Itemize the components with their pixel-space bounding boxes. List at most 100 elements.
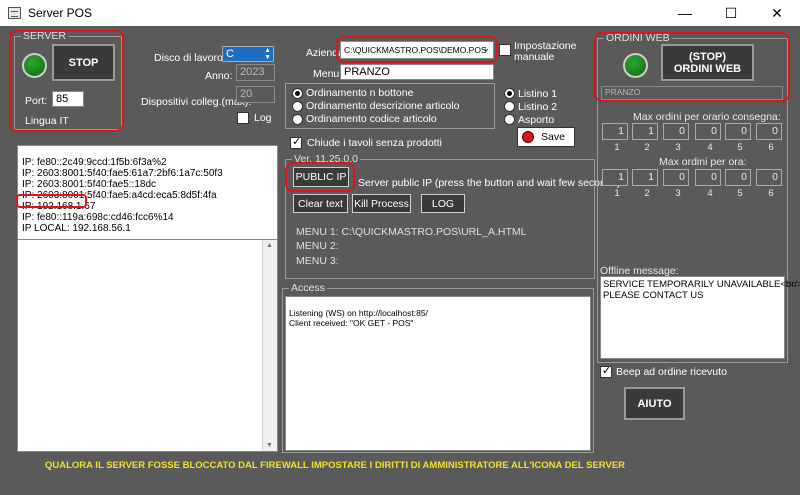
web-menu-input[interactable]: PRANZO xyxy=(601,86,783,100)
max-delivery-label: Max ordini per orario consegna: xyxy=(633,111,781,123)
log-checkbox-label: Log xyxy=(254,112,272,124)
save-button-label: Save xyxy=(541,131,565,143)
menu-2-line: MENU 2: xyxy=(296,240,339,252)
save-icon xyxy=(522,131,534,143)
max-delivery-3[interactable]: 0 xyxy=(663,123,689,140)
log-list: ▲ ▼ xyxy=(17,239,278,452)
slot-number: 2 xyxy=(644,142,650,153)
listino-2-radio[interactable] xyxy=(504,101,515,112)
offline-line: SERVICE TEMPORARILY UNAVAILABLE<br/> xyxy=(603,279,800,290)
slot-number: 4 xyxy=(707,188,713,199)
log-scrollbar[interactable]: ▲ ▼ xyxy=(262,240,277,451)
ip-list: IP: fe80::2c49:9ccd:1f5b:6f3a%2 IP: 2603… xyxy=(17,145,278,241)
close-button[interactable]: ✕ xyxy=(754,0,800,26)
slot-number: 5 xyxy=(737,142,743,153)
ip-line: IP: 2603:8001:5f40:fae5::18dc xyxy=(22,179,156,190)
save-button[interactable]: Save xyxy=(517,127,575,147)
log-button[interactable]: LOG xyxy=(421,194,465,213)
max-hour-3[interactable]: 0 xyxy=(663,169,689,186)
language-label: Lingua IT xyxy=(25,115,69,127)
max-delivery-4[interactable]: 0 xyxy=(695,123,721,140)
stop-web-orders-button[interactable]: (STOP) ORDINI WEB xyxy=(661,44,754,81)
max-delivery-2[interactable]: 1 xyxy=(632,123,658,140)
server-status-led xyxy=(22,53,47,78)
max-delivery-5[interactable]: 0 xyxy=(725,123,751,140)
main-window: SERVER STOP Port: 85 Lingua IT Disco di … xyxy=(0,26,800,495)
slot-number: 3 xyxy=(675,142,681,153)
max-hour-4[interactable]: 0 xyxy=(695,169,721,186)
menu-label: Menu xyxy=(313,68,340,80)
local-ip-highlight xyxy=(16,194,87,208)
listino-2-label: Listino 2 xyxy=(518,101,558,113)
ip-line: IP LOCAL: 192.168.56.1 xyxy=(22,223,131,234)
slot-number: 6 xyxy=(768,188,774,199)
dispositivi-label: Dispositivi colleg.(max): xyxy=(141,96,252,108)
order-by-code-radio[interactable] xyxy=(292,114,303,125)
ip-line: IP: fe80::2c49:9ccd:1f5b:6f3a%2 xyxy=(22,157,167,168)
port-input[interactable]: 85 xyxy=(52,91,84,107)
manual-setting-label: Impostazione manuale xyxy=(514,40,577,63)
access-line: Client received: "OK GET - POS" xyxy=(289,318,414,328)
manual-setting-checkbox[interactable] xyxy=(499,44,511,56)
anno-input[interactable]: 2023 xyxy=(236,64,275,81)
listino-1-radio[interactable] xyxy=(504,88,515,99)
order-by-description-radio[interactable] xyxy=(292,101,303,112)
access-group-title: Access xyxy=(289,282,327,294)
ip-line: IP: fe80::119a:698c:cd46:fcc6%14 xyxy=(22,212,174,223)
listino-1-label: Listino 1 xyxy=(518,88,558,100)
access-log: Listening (WS) on http://localhost:85/ C… xyxy=(285,296,591,451)
window-title: Server POS xyxy=(28,6,93,20)
scroll-down-icon[interactable]: ▼ xyxy=(266,442,273,449)
slot-number: 6 xyxy=(768,142,774,153)
max-hour-5[interactable]: 0 xyxy=(725,169,751,186)
menu-1-line: MENU 1: C:\QUICKMASTRO.POS\URL_A.HTML xyxy=(296,226,527,238)
max-hour-label: Max ordini per ora: xyxy=(659,156,747,168)
slot-number: 3 xyxy=(675,188,681,199)
disco-label: Disco di lavoro: xyxy=(154,52,226,64)
anno-label: Anno: xyxy=(205,70,233,82)
log-checkbox[interactable] xyxy=(237,112,249,124)
offline-line: PLEASE CONTACT US xyxy=(603,290,704,301)
help-button[interactable]: AIUTO xyxy=(624,387,685,420)
asporto-label: Asporto xyxy=(518,114,555,126)
beep-checkbox[interactable] xyxy=(600,364,612,378)
dispositivi-input[interactable]: 20 xyxy=(236,86,275,103)
minimize-button[interactable]: — xyxy=(662,0,708,26)
max-delivery-6[interactable]: 0 xyxy=(756,123,782,140)
scroll-up-icon[interactable]: ▲ xyxy=(266,242,273,249)
close-tables-label: Chiude i tavoli senza prodotti xyxy=(307,137,442,149)
public-ip-highlight xyxy=(285,162,355,192)
max-hour-1[interactable]: 1 xyxy=(602,169,628,186)
order-by-description-label: Ordinamento descrizione articolo xyxy=(306,100,460,112)
max-delivery-1[interactable]: 1 xyxy=(602,123,628,140)
disco-select[interactable]: C ▲ ▼ xyxy=(222,46,274,62)
public-ip-hint: Server public IP (press the button and w… xyxy=(358,177,621,189)
order-by-code-label: Ordinamento codice articolo xyxy=(306,113,437,125)
azienda-highlight xyxy=(336,36,498,63)
stop-server-button[interactable]: STOP xyxy=(52,44,115,81)
order-by-button-radio[interactable] xyxy=(292,88,303,99)
port-label: Port: xyxy=(25,95,48,107)
kill-process-button[interactable]: Kill Process xyxy=(352,194,411,213)
slot-number: 2 xyxy=(644,188,650,199)
max-hour-2[interactable]: 1 xyxy=(632,169,658,186)
app-icon xyxy=(8,7,21,19)
access-line: Listening (WS) on http://localhost:85/ xyxy=(289,308,428,318)
disco-value: C xyxy=(226,48,234,60)
maximize-button[interactable]: ☐ xyxy=(708,0,754,26)
web-orders-status-led xyxy=(623,53,648,78)
order-by-button-label: Ordinamento n bottone xyxy=(306,87,414,99)
menu-3-line: MENU 3: xyxy=(296,255,339,267)
clear-text-button[interactable]: Clear text xyxy=(293,194,348,213)
menu-input[interactable]: PRANZO xyxy=(340,64,494,80)
slot-number: 1 xyxy=(614,188,620,199)
web-orders-button-line2: ORDINI WEB xyxy=(673,62,742,75)
max-hour-6[interactable]: 0 xyxy=(756,169,782,186)
asporto-radio[interactable] xyxy=(504,114,515,125)
slot-number: 5 xyxy=(737,188,743,199)
offline-message-input[interactable]: SERVICE TEMPORARILY UNAVAILABLE<br/> PLE… xyxy=(600,276,800,359)
slot-number: 1 xyxy=(614,142,620,153)
slot-number: 4 xyxy=(707,142,713,153)
close-tables-checkbox[interactable] xyxy=(290,135,302,149)
spinner-icon[interactable]: ▲ ▼ xyxy=(264,47,271,61)
